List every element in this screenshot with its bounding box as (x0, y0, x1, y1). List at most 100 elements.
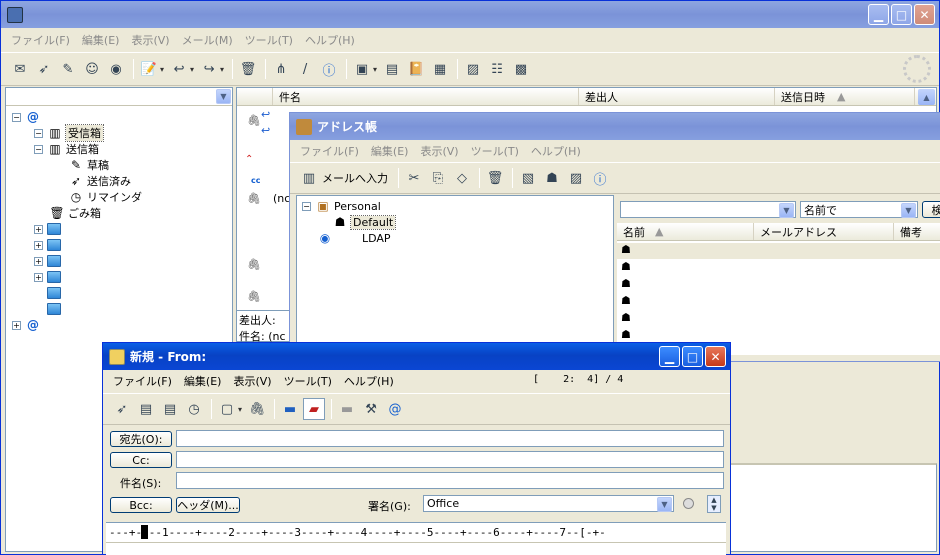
tree-item-trash[interactable]: ごみ箱 (68, 205, 101, 221)
tree-item-ldap[interactable]: LDAP (362, 232, 391, 245)
delete-icon[interactable]: 🗑 (484, 167, 506, 189)
column-subject[interactable]: 件名 (273, 88, 579, 105)
chevron-down-icon[interactable]: ▼ (901, 203, 916, 218)
scroll-up-button[interactable]: ▲ (918, 89, 935, 105)
expand-toggle[interactable]: + (34, 240, 43, 250)
maximize-button[interactable]: □ (891, 4, 912, 25)
new-folder-icon[interactable]: ▨ (462, 58, 484, 80)
receive-icon[interactable]: ✉ (9, 58, 31, 80)
chevron-down-icon[interactable]: ▼ (657, 497, 672, 512)
close-button[interactable]: ✕ (914, 4, 935, 25)
contact-row[interactable]: ☗ (617, 243, 940, 259)
minimize-button[interactable]: ▁ (659, 346, 680, 367)
menu-tools[interactable]: ツール(T) (239, 32, 299, 48)
signature-spinner[interactable]: ▲ ▼ (707, 495, 721, 513)
header-button[interactable]: ヘッダ(M)... (176, 497, 240, 513)
contact-row[interactable]: ☗ (621, 294, 631, 307)
ab-menu-tools[interactable]: ツール(T) (465, 143, 525, 159)
expand-toggle[interactable]: − (34, 144, 43, 154)
folder-icon[interactable] (47, 271, 61, 283)
menu-view[interactable]: 表示(V) (125, 32, 175, 48)
to-field[interactable] (176, 430, 724, 447)
edit-icon[interactable]: / (294, 58, 316, 80)
send-icon[interactable]: ➶ (33, 58, 55, 80)
tree-item-personal[interactable]: Personal (334, 200, 381, 213)
add-folder-icon[interactable]: ▦ (429, 58, 451, 80)
addressbook-icon[interactable]: ▬ (279, 398, 301, 420)
compose-body[interactable] (106, 542, 726, 555)
contact-row[interactable]: ☗ (621, 328, 631, 341)
tools-icon[interactable]: ⚒ (360, 398, 382, 420)
cc-field[interactable] (176, 451, 724, 468)
tree-item-drafts[interactable]: 草稿 (87, 157, 109, 173)
ab-menu-file[interactable]: ファイル(F) (294, 143, 365, 159)
folder-icon[interactable] (47, 223, 61, 235)
new-contact-icon[interactable]: ▨ (565, 167, 587, 189)
image-icon[interactable]: ▤ (381, 58, 403, 80)
menu-edit[interactable]: 編集(E) (76, 32, 126, 48)
tree-item-reminder[interactable]: リマインダ (87, 189, 142, 205)
new-book-icon[interactable]: ▧ (517, 167, 539, 189)
column-date[interactable]: 送信日時 ▲ (775, 88, 915, 105)
settings-icon[interactable]: ▩ (510, 58, 532, 80)
thread-icon[interactable]: ⋔ (270, 58, 292, 80)
save-draft-icon[interactable]: ▤ (159, 398, 181, 420)
to-button[interactable]: 宛先(O): (110, 431, 172, 447)
copy-icon[interactable]: ⎘ (427, 167, 449, 189)
menu-file[interactable]: ファイル(F) (5, 32, 76, 48)
message-subject-cell[interactable]: (nc (273, 192, 290, 205)
cut-icon[interactable]: ✂ (403, 167, 425, 189)
compose-icon[interactable]: ✎ (57, 58, 79, 80)
forward-icon[interactable]: ↪ (198, 58, 220, 80)
attach-icon[interactable]: 🖇 (246, 398, 268, 420)
column-notes[interactable]: 備考 (894, 223, 940, 240)
send-later-icon[interactable]: ▤ (135, 398, 157, 420)
tree-item-sent[interactable]: 送信済み (87, 173, 131, 189)
reminder-icon[interactable]: ◷ (183, 398, 205, 420)
tree-item-inbox[interactable]: 受信箱 (65, 124, 104, 142)
ab-menu-view[interactable]: 表示(V) (414, 143, 464, 159)
column-email[interactable]: メールアドレス (754, 223, 894, 240)
paste-icon[interactable]: ◇ (451, 167, 473, 189)
info-icon[interactable]: ⓘ (318, 58, 340, 80)
chevron-down-icon[interactable]: ▼ (779, 203, 794, 218)
subject-field[interactable] (176, 472, 724, 489)
compose-menu-help[interactable]: ヘルプ(H) (338, 373, 400, 389)
mail-input-icon[interactable]: ▥ (298, 167, 320, 189)
bcc-button[interactable]: Bcc: (110, 497, 172, 513)
insert-icon[interactable]: ▢ (216, 398, 238, 420)
toggle-addresses-icon[interactable]: ▰ (303, 398, 326, 420)
folder-icon[interactable] (47, 287, 61, 299)
cc-button[interactable]: Cc: (110, 452, 172, 468)
expand-toggle[interactable]: − (302, 201, 311, 211)
info-icon[interactable]: ⓘ (589, 167, 611, 189)
compose-menu-file[interactable]: ファイル(F) (107, 373, 178, 389)
ab-menu-help[interactable]: ヘルプ(H) (525, 143, 587, 159)
ab-menu-edit[interactable]: 編集(E) (365, 143, 415, 159)
maximize-button[interactable]: □ (682, 346, 703, 367)
signature-toggle-icon[interactable] (683, 498, 694, 509)
signature-select[interactable]: Office ▼ (423, 495, 674, 512)
expand-toggle[interactable]: + (12, 320, 21, 330)
tree-item-outbox[interactable]: 送信箱 (66, 141, 99, 157)
globe-icon[interactable]: ◉ (105, 58, 127, 80)
column-name[interactable]: 名前 ▲ (617, 223, 754, 240)
addressbook-icon[interactable]: ☺ (81, 58, 103, 80)
account-icon[interactable]: @ (384, 398, 406, 420)
search-button[interactable]: 検 (922, 201, 940, 218)
expand-toggle[interactable]: + (34, 224, 43, 234)
sort-select[interactable]: 名前で ▼ (800, 201, 918, 218)
compose-menu-view[interactable]: 表示(V) (227, 373, 277, 389)
reply-icon[interactable]: ↩ (168, 58, 190, 80)
expand-toggle[interactable]: − (12, 112, 21, 122)
expand-toggle[interactable]: − (34, 128, 43, 138)
contact-row[interactable]: ☗ (621, 311, 631, 324)
new-mail-icon[interactable]: 📝 (138, 58, 160, 80)
close-button[interactable]: ✕ (705, 346, 726, 367)
mail-input-button[interactable]: メールへ入力 (322, 170, 388, 186)
menu-mail[interactable]: メール(M) (176, 32, 239, 48)
expand-toggle[interactable]: + (34, 272, 43, 282)
address-search-input[interactable]: ▼ (620, 201, 796, 218)
column-from[interactable]: 差出人 (579, 88, 775, 105)
delete-icon[interactable]: 🗑 (237, 58, 259, 80)
